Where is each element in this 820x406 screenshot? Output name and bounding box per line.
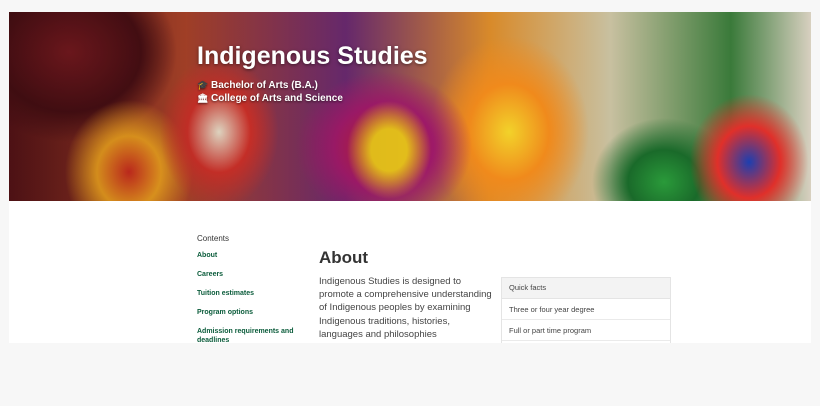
degree-line: 🎓 Bachelor of Arts (B.A.)	[197, 80, 318, 91]
college-label: College of Arts and Science	[211, 93, 343, 104]
about-text: Indigenous Studies is designed to promot…	[319, 276, 492, 340]
contents-nav: Contents About Careers Tuition estimates…	[197, 234, 297, 343]
degree-label: Bachelor of Arts (B.A.)	[211, 80, 318, 91]
quick-fact-item: Three or four year degree	[502, 299, 670, 320]
quick-fact-item-empty	[502, 341, 670, 343]
toc-link-about[interactable]: About	[197, 251, 297, 260]
college-line: 🏛 College of Arts and Science	[197, 93, 343, 104]
page-title: Indigenous Studies	[197, 42, 428, 70]
quick-facts-title: Quick facts	[502, 278, 670, 299]
toc-link-tuition-estimates[interactable]: Tuition estimates	[197, 289, 297, 298]
contents-title: Contents	[197, 234, 230, 243]
about-heading: About	[319, 248, 369, 267]
hero-banner: Indigenous Studies 🎓 Bachelor of Arts (B…	[9, 12, 811, 201]
graduation-cap-icon: 🎓	[197, 80, 209, 90]
program-page: Indigenous Studies 🎓 Bachelor of Arts (B…	[9, 12, 811, 343]
toc-link-program-options[interactable]: Program options	[197, 308, 297, 317]
quick-fact-item: Full or part time program	[502, 320, 670, 341]
institution-icon: 🏛	[197, 93, 209, 103]
toc-link-careers[interactable]: Careers	[197, 270, 297, 279]
quick-facts-box: Quick facts Three or four year degree Fu…	[501, 277, 671, 343]
toc-link-admission-requirements[interactable]: Admission requirements and deadlines	[197, 327, 297, 343]
